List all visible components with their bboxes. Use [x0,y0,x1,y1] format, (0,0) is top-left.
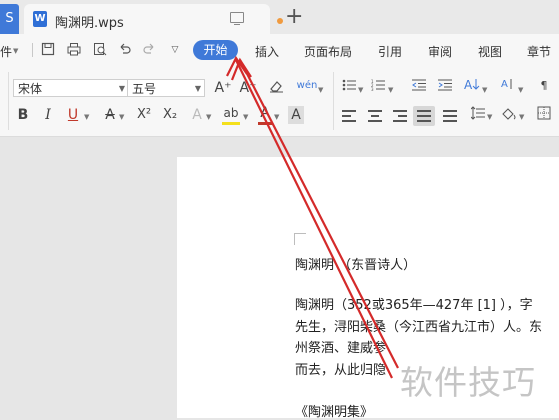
paragraph-line: 而去，从此归隐 [295,363,387,378]
monitor-icon[interactable] [230,12,244,25]
justify-icon [417,110,431,122]
show-marks-icon[interactable]: ¶ [536,77,552,95]
divider [333,72,334,130]
menu-bar: 件 ▼ ▽ 开始 插入 页面布局 引用 审阅 视图 章节 [0,34,559,66]
bullet-list-icon[interactable] [341,78,357,96]
document-tab[interactable]: W 陶渊明.wps [24,4,283,34]
redo-icon[interactable] [141,42,157,58]
borders-icon[interactable] [536,106,552,124]
ribbon-toolbar: 宋体 ▼ 五号 ▼ A⁺ A⁻ wén ▼ B I U ▼ A ▼ X² X₂ … [0,66,559,137]
divider [8,72,9,130]
align-center-icon[interactable] [368,110,382,122]
font-size-value: 五号 [132,82,157,96]
pinyin-guide-button[interactable]: wén [296,77,318,95]
bold-button[interactable]: B [15,106,31,124]
document-tab-title: 陶渊明.wps [55,16,124,31]
chevron-down-icon[interactable]: ▼ [206,113,211,121]
chevron-down-icon: ▼ [194,84,201,93]
svg-text:3: 3 [371,87,374,91]
chevron-down-icon[interactable]: ▼ [519,113,524,121]
underline-button[interactable]: U [66,106,80,124]
tab-insert[interactable]: 插入 [255,43,279,60]
text-direction-icon[interactable]: A [500,77,516,95]
svg-text:A: A [501,79,508,90]
chevron-down-icon[interactable]: ▼ [518,86,523,94]
superscript-button[interactable]: X² [134,106,154,124]
font-name-value: 宋体 [18,82,43,96]
justify-button[interactable] [413,106,435,126]
line-spacing-icon[interactable] [470,106,486,124]
page-margin-corner [294,233,306,245]
chevron-down-icon[interactable]: ▼ [119,113,124,121]
decrease-indent-icon[interactable] [411,78,427,96]
watermark-text: 软件技巧 [400,363,536,402]
paragraph-line: 陶渊明（352或365年—427年 [1] ），字 [295,298,533,313]
chevron-down-icon[interactable]: ▼ [274,113,279,121]
tab-start[interactable]: 开始 [193,40,238,60]
decrease-font-size-button[interactable]: A⁻ [238,79,258,97]
italic-button[interactable]: I [41,106,55,124]
increase-indent-icon[interactable] [437,78,453,96]
print-preview-icon[interactable] [92,42,108,58]
strikethrough-button[interactable]: A [103,106,117,124]
chevron-down-icon[interactable]: ▼ [487,113,492,121]
new-tab-button[interactable]: + [285,3,303,31]
chevron-down-icon: ▼ [118,84,125,93]
menu-file[interactable]: 件 [0,43,12,60]
chevron-down-icon[interactable]: ▼ [482,86,487,94]
undo-icon[interactable] [117,42,133,58]
app-tab[interactable]: S [0,4,19,34]
tab-bar: S W 陶渊明.wps + [0,0,559,34]
chevron-down-icon[interactable]: ▼ [13,47,18,55]
paragraph-line: 先生，浔阳柴桑（今江西省九江市）人。东 [295,320,543,335]
collection-title: 《陶渊明集》 [295,405,374,420]
text-effect-button[interactable]: A [190,106,204,124]
tab-chapter[interactable]: 章节 [527,43,551,60]
save-icon[interactable] [40,42,56,58]
print-icon[interactable] [66,42,82,58]
chevron-down-icon[interactable]: ▼ [243,113,248,121]
wps-document-icon: W [33,11,47,27]
font-color-button[interactable]: A [258,104,272,125]
paragraph-line: 州祭酒、建威参 [295,341,387,356]
distribute-icon[interactable] [443,110,457,122]
font-size-select[interactable]: 五号 ▼ [127,79,205,97]
clear-format-icon[interactable] [267,79,285,97]
svg-text:A: A [464,78,473,91]
tab-references[interactable]: 引用 [378,43,402,60]
chevron-down-icon[interactable]: ▼ [84,113,89,121]
subscript-button[interactable]: X₂ [160,106,180,124]
divider [32,43,33,57]
tab-view[interactable]: 视图 [478,43,502,60]
increase-font-size-button[interactable]: A⁺ [213,79,233,97]
font-name-select[interactable]: 宋体 ▼ [13,79,129,97]
shading-icon[interactable] [501,106,517,124]
character-shading-button[interactable]: A [288,106,304,124]
align-left-icon[interactable] [342,110,356,122]
chevron-down-icon[interactable]: ▼ [388,86,393,94]
sort-icon[interactable]: A [463,77,481,95]
numbered-list-icon[interactable]: 123 [370,78,386,96]
align-right-icon[interactable] [393,110,407,122]
highlight-button[interactable]: ab [222,104,240,125]
quick-access-dropdown-icon[interactable]: ▽ [167,42,183,58]
chevron-down-icon[interactable]: ▼ [318,86,323,94]
document-heading: 陶渊明 （东晋诗人） [295,258,417,273]
tab-review[interactable]: 审阅 [428,43,452,60]
chevron-down-icon[interactable]: ▼ [358,86,363,94]
tab-page-layout[interactable]: 页面布局 [304,43,352,60]
unsaved-dot-icon [277,18,283,24]
